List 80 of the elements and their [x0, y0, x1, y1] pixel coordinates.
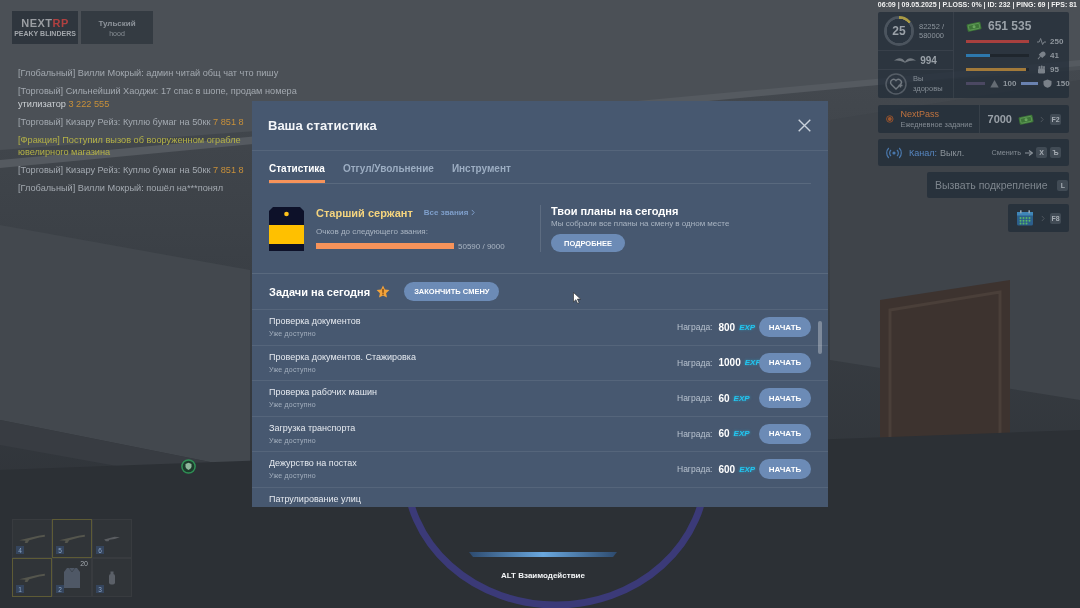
meter-value: 100	[1003, 78, 1017, 88]
exp-label: EXP	[739, 322, 756, 332]
task-name: Патрулирование улиц	[269, 493, 362, 505]
reward-value: 60	[718, 428, 730, 440]
plans-description: Мы собрали все планы на смену в одном месте	[551, 219, 730, 229]
heart-plus-icon	[885, 73, 907, 95]
reward-amount: 7000	[987, 113, 1012, 125]
chat-message: [Глобальный] Вилли Мокрый: пошёл на***понял	[18, 182, 224, 195]
wings-icon	[894, 56, 917, 64]
logo-text: NEXTRP	[21, 17, 69, 29]
exp-label: EXP	[744, 358, 761, 368]
tab[interactable]: Инструмент	[451, 151, 511, 183]
channel-label: Канал:	[909, 147, 937, 158]
chat-message: [Глобальный] Вилли Мокрый: админ читай общ чат что пишу	[18, 67, 279, 80]
start-button[interactable]: НАЧАТЬ	[759, 388, 811, 409]
chat-message: [Торговый] Кизару Рейз: Куплю бумаг на 50кк 7 851 8	[18, 164, 244, 177]
calendar-icon	[1016, 210, 1034, 226]
ring-icon	[886, 112, 894, 126]
knife-icon	[103, 535, 121, 542]
start-button[interactable]: НАЧАТЬ	[759, 459, 811, 480]
arrow-right-icon	[1025, 149, 1033, 156]
close-icon[interactable]	[798, 119, 811, 132]
wings-count: 994	[920, 54, 937, 66]
chevron-right-icon	[471, 209, 476, 216]
progress-text: 50590 / 9000	[458, 241, 505, 251]
rank-name: Старший сержант	[316, 206, 413, 219]
meter-value: 250	[1050, 36, 1064, 46]
chat-message: [Фракция] Поступил вызов об вооруженном ограбле ювелирного магазина	[18, 133, 241, 159]
meter-value: 150	[1056, 78, 1070, 88]
reward-label: Награда:	[677, 322, 713, 333]
reward-value: 800	[718, 321, 736, 333]
canister-icon	[108, 570, 116, 585]
banknote-icon	[966, 20, 982, 32]
chat-message: [Торговый] Кизару Рейз: Куплю бумаг на 50кк 7 851 8	[18, 115, 244, 128]
start-button[interactable]: НАЧАТЬ	[759, 352, 811, 373]
exp-label: EXP	[733, 429, 750, 439]
reward-label: Награда:	[677, 428, 713, 439]
star-icon	[376, 284, 391, 299]
start-button[interactable]: НАЧАТЬ	[759, 317, 811, 338]
meter-value: 95	[1050, 64, 1059, 74]
drumstick-icon	[1037, 50, 1046, 60]
tasks-title: Задачи на сегодня	[269, 285, 371, 298]
broadcast-icon	[886, 146, 902, 159]
chat-message: [Торговый] Сильнейший Хаоджи: 17 спас в шопе, продам номера утилизатор 3 222 555	[18, 85, 297, 110]
reward-label: Награда:	[677, 393, 713, 404]
cursor-icon	[573, 292, 581, 304]
level-badge: 25	[884, 16, 914, 46]
scrollbar[interactable]	[818, 321, 822, 354]
reinforcement-label: Вызвать подкрепление	[935, 179, 1048, 191]
exp-label: EXP	[733, 393, 750, 403]
start-button[interactable]: НАЧАТЬ	[759, 423, 811, 444]
reward-label: Награда:	[677, 357, 713, 368]
fist-icon	[1037, 64, 1046, 74]
nextpass-title: NextPass	[900, 109, 941, 120]
tab[interactable]: Статистика	[269, 151, 325, 183]
task-name: Проверка документов. Стажировка	[269, 351, 417, 363]
reward-value: 1000	[718, 357, 741, 369]
interaction-hint: ALT Взаимодействие	[501, 571, 585, 581]
dialog-title: Ваша статистика	[268, 118, 377, 133]
tab[interactable]: Отгул/Увольнение	[342, 151, 434, 183]
meter-value: 41	[1050, 50, 1059, 60]
pulse-icon	[1037, 36, 1046, 46]
district-name: Тульский	[98, 17, 136, 29]
task-name: Проверка рабочих машин	[269, 387, 378, 398]
triangle-icon	[990, 78, 999, 88]
money-amount: 651 535	[988, 19, 1032, 33]
shield-marker-icon	[181, 459, 196, 474]
task-name: Дежурство на постах	[269, 458, 358, 469]
reward-label: Награда:	[677, 464, 713, 475]
plans-title: Твои планы на сегодня	[551, 205, 679, 218]
exp-label: EXP	[739, 464, 756, 474]
task-name: Загрузка транспорта	[269, 422, 357, 434]
shield-icon	[1043, 78, 1053, 88]
rank-insignia-icon	[269, 206, 304, 251]
channel-value: Выкл.	[940, 147, 965, 158]
progress-label: Очков до следующего звания:	[316, 227, 429, 237]
task-name: Проверка документов	[269, 316, 362, 327]
reward-value: 60	[718, 392, 730, 404]
reward-value: 600	[718, 463, 736, 475]
banknote-icon	[1018, 113, 1034, 125]
